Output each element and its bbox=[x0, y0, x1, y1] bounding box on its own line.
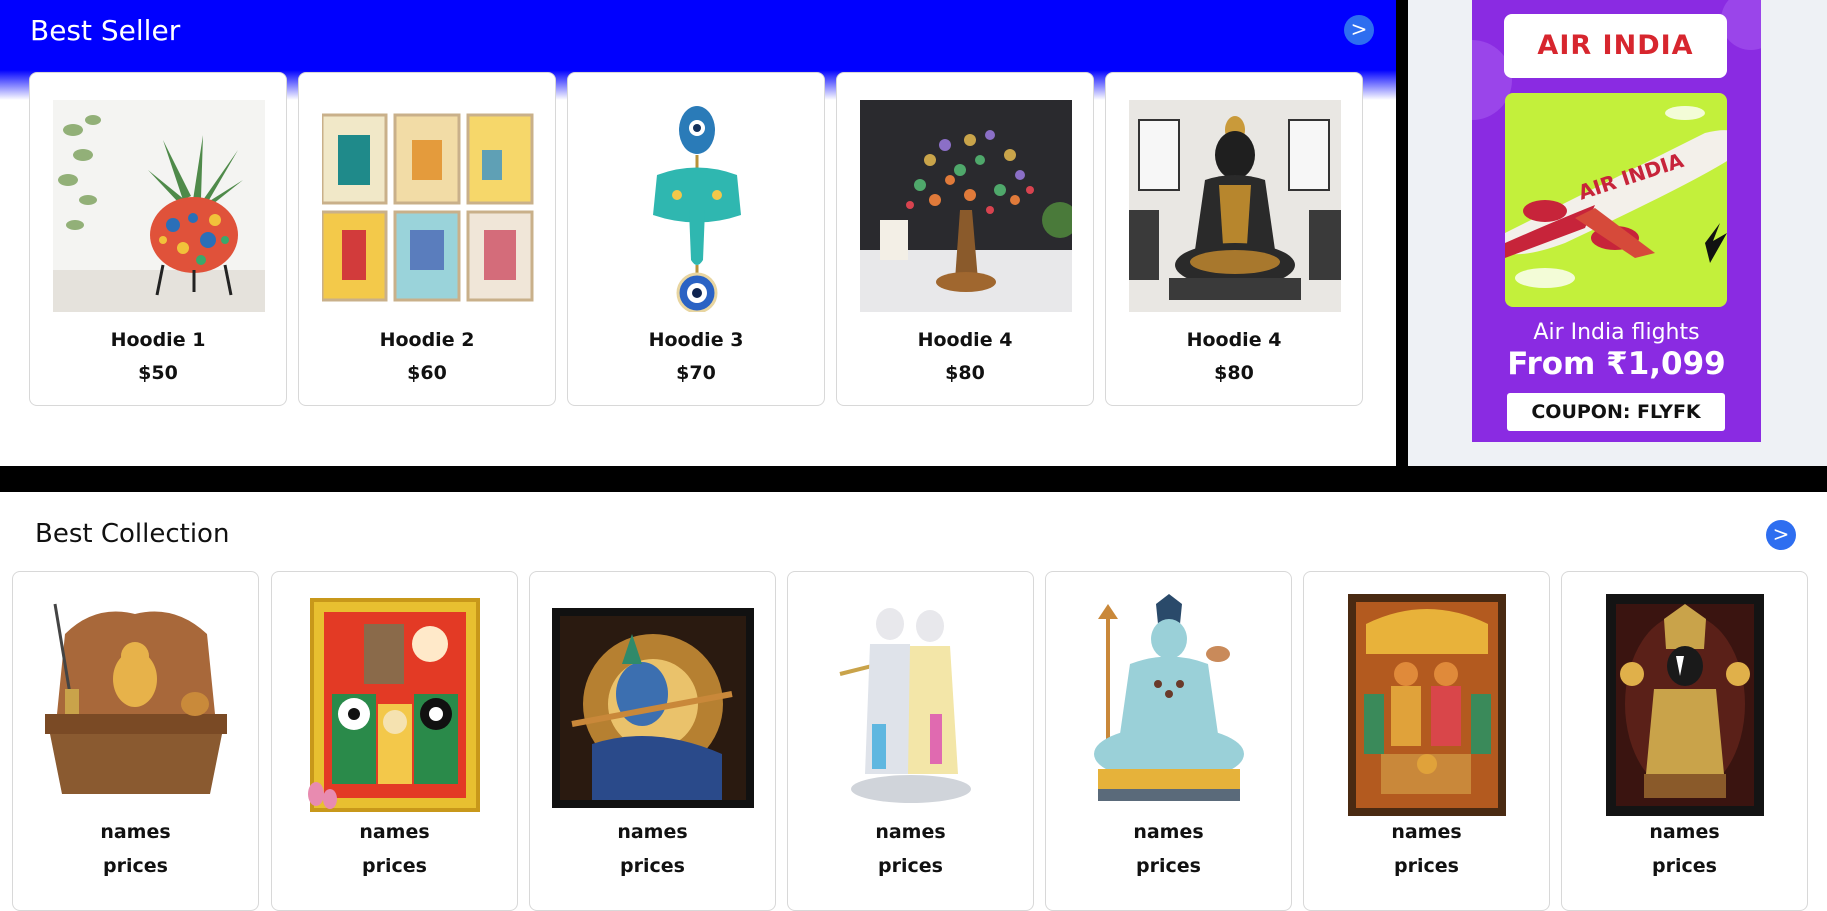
product-image-jagannath-frame bbox=[294, 594, 496, 816]
air-india-logo: AIR INDIA bbox=[1537, 30, 1694, 61]
best-seller-next-button[interactable]: > bbox=[1344, 15, 1374, 45]
best-collection-title: Best Collection bbox=[35, 519, 230, 549]
product-name: names bbox=[1133, 821, 1204, 843]
ad-price: From ₹1,099 bbox=[1507, 346, 1726, 382]
product-card[interactable]: Hoodie 4 $80 bbox=[836, 72, 1094, 406]
product-card[interactable]: names prices bbox=[787, 571, 1034, 911]
product-price: $80 bbox=[945, 362, 985, 384]
product-price: $70 bbox=[676, 362, 716, 384]
top-section: Best Seller > Hoodie 1 $50 Hoodie 2 $60 … bbox=[0, 0, 1827, 466]
product-image-shiva-statue bbox=[1068, 594, 1270, 816]
product-price: $60 bbox=[407, 362, 447, 384]
product-card[interactable]: names prices bbox=[1561, 571, 1808, 911]
product-price: prices bbox=[1652, 855, 1717, 877]
product-image-radha-krishna-idol bbox=[810, 594, 1012, 816]
product-price: prices bbox=[362, 855, 427, 877]
product-image-gemstone-tree bbox=[860, 100, 1072, 312]
product-image-ganesha-mandir bbox=[35, 594, 237, 816]
product-image-wall-art-prints bbox=[322, 100, 534, 312]
product-card[interactable]: Hoodie 3 $70 bbox=[567, 72, 825, 406]
product-card[interactable]: names prices bbox=[1303, 571, 1550, 911]
product-name: names bbox=[359, 821, 430, 843]
ad-headline: Air India flights bbox=[1533, 320, 1700, 345]
product-price: $80 bbox=[1214, 362, 1254, 384]
product-image-evil-eye-elephant-hanging bbox=[591, 100, 803, 312]
decorative-circle bbox=[1721, 0, 1761, 50]
best-collection-next-button[interactable]: > bbox=[1766, 520, 1796, 550]
product-card[interactable]: Hoodie 1 $50 bbox=[29, 72, 287, 406]
product-price: prices bbox=[1394, 855, 1459, 877]
best-seller-title: Best Seller bbox=[30, 14, 181, 47]
product-card[interactable]: names prices bbox=[12, 571, 259, 911]
ad-image-panel: AIR INDIA bbox=[1505, 93, 1727, 307]
product-name: names bbox=[875, 821, 946, 843]
product-image-succulent-planter bbox=[53, 100, 265, 312]
airplane-icon: AIR INDIA bbox=[1505, 106, 1727, 288]
product-name: Hoodie 4 bbox=[1186, 329, 1282, 351]
product-image-balaji-frame bbox=[1584, 594, 1786, 816]
product-price: prices bbox=[103, 855, 168, 877]
product-price: $50 bbox=[138, 362, 178, 384]
product-card[interactable]: Hoodie 4 $80 bbox=[1105, 72, 1363, 406]
product-card[interactable]: names prices bbox=[529, 571, 776, 911]
product-image-ram-darbar-frame bbox=[1326, 594, 1528, 816]
product-image-krishna-painting bbox=[552, 594, 754, 816]
section-divider bbox=[0, 466, 1827, 492]
ad-coupon-badge: COUPON: FLYFK bbox=[1507, 393, 1725, 431]
product-price: prices bbox=[620, 855, 685, 877]
product-name: Hoodie 2 bbox=[379, 329, 475, 351]
air-india-ad-banner[interactable]: AIR INDIA AIR INDIA Air India flights Fr… bbox=[1472, 0, 1761, 442]
product-card[interactable]: names prices bbox=[1045, 571, 1292, 911]
product-price: prices bbox=[878, 855, 943, 877]
product-card[interactable]: names prices bbox=[271, 571, 518, 911]
ad-logo-box: AIR INDIA bbox=[1504, 14, 1727, 78]
product-name: names bbox=[1649, 821, 1720, 843]
product-name: names bbox=[617, 821, 688, 843]
product-name: Hoodie 1 bbox=[110, 329, 206, 351]
product-card[interactable]: Hoodie 2 $60 bbox=[298, 72, 556, 406]
product-name: names bbox=[100, 821, 171, 843]
best-collection-section: Best Collection > names prices names pri… bbox=[0, 492, 1827, 911]
product-name: Hoodie 3 bbox=[648, 329, 744, 351]
product-name: names bbox=[1391, 821, 1462, 843]
product-image-buddha-statue bbox=[1129, 100, 1341, 312]
product-price: prices bbox=[1136, 855, 1201, 877]
best-seller-section: Best Seller > Hoodie 1 $50 Hoodie 2 $60 … bbox=[0, 0, 1396, 466]
product-name: Hoodie 4 bbox=[917, 329, 1013, 351]
